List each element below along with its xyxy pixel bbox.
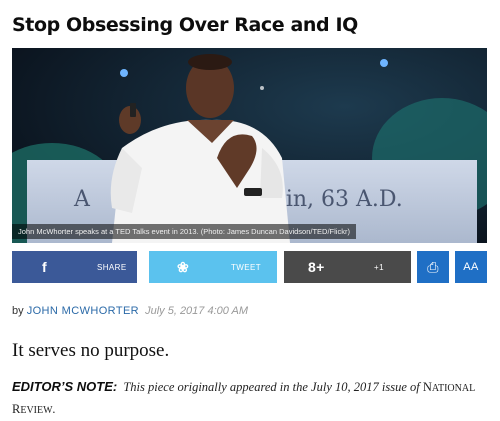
twitter-share-button[interactable]: ❀ TWEET bbox=[149, 251, 277, 283]
editors-note: EDITOR’S NOTE: This piece originally app… bbox=[12, 379, 476, 416]
author-link[interactable]: JOHN MCWHORTER bbox=[27, 305, 139, 317]
editors-note-text: This piece originally appeared in the Ju… bbox=[123, 380, 420, 394]
photo-caption: John McWhorter speaks at a TED Talks eve… bbox=[12, 224, 356, 239]
google-plus-icon: 8+ bbox=[308, 259, 325, 275]
facebook-share-button[interactable]: f SHARE bbox=[12, 251, 137, 283]
google-plus-label: +1 bbox=[374, 263, 384, 272]
font-size-icon: AA bbox=[463, 261, 479, 273]
facebook-share-label: SHARE bbox=[97, 263, 127, 272]
printer-icon: ⎙ bbox=[427, 258, 439, 275]
twitter-icon: ❀ bbox=[177, 259, 190, 275]
slide-text: tin, 63 A.D. bbox=[277, 187, 403, 212]
hero-photo: A tin, 63 A.D. John McWhorter speaks at … bbox=[12, 48, 487, 243]
twitter-share-label: TWEET bbox=[231, 263, 261, 272]
byline-prefix: by bbox=[12, 305, 24, 317]
byline: by JOHN MCWHORTER July 5, 2017 4:00 AM bbox=[12, 305, 248, 317]
facebook-icon: f bbox=[42, 259, 48, 275]
print-button[interactable]: ⎙ bbox=[417, 251, 449, 283]
speaker-photo-illustration: A tin, 63 A.D. bbox=[12, 48, 487, 243]
editors-note-label: EDITOR’S NOTE: bbox=[12, 379, 118, 394]
article-subhead: It serves no purpose. bbox=[12, 340, 170, 361]
article-headline: Stop Obsessing Over Race and IQ bbox=[12, 14, 358, 36]
slide-text-left: A bbox=[73, 187, 91, 212]
publish-date: July 5, 2017 4:00 AM bbox=[145, 305, 249, 317]
share-bar: f SHARE ❀ TWEET 8+ +1 ⎙ AA bbox=[12, 251, 487, 283]
google-plus-share-button[interactable]: 8+ +1 bbox=[284, 251, 411, 283]
font-size-button[interactable]: AA bbox=[455, 251, 487, 283]
